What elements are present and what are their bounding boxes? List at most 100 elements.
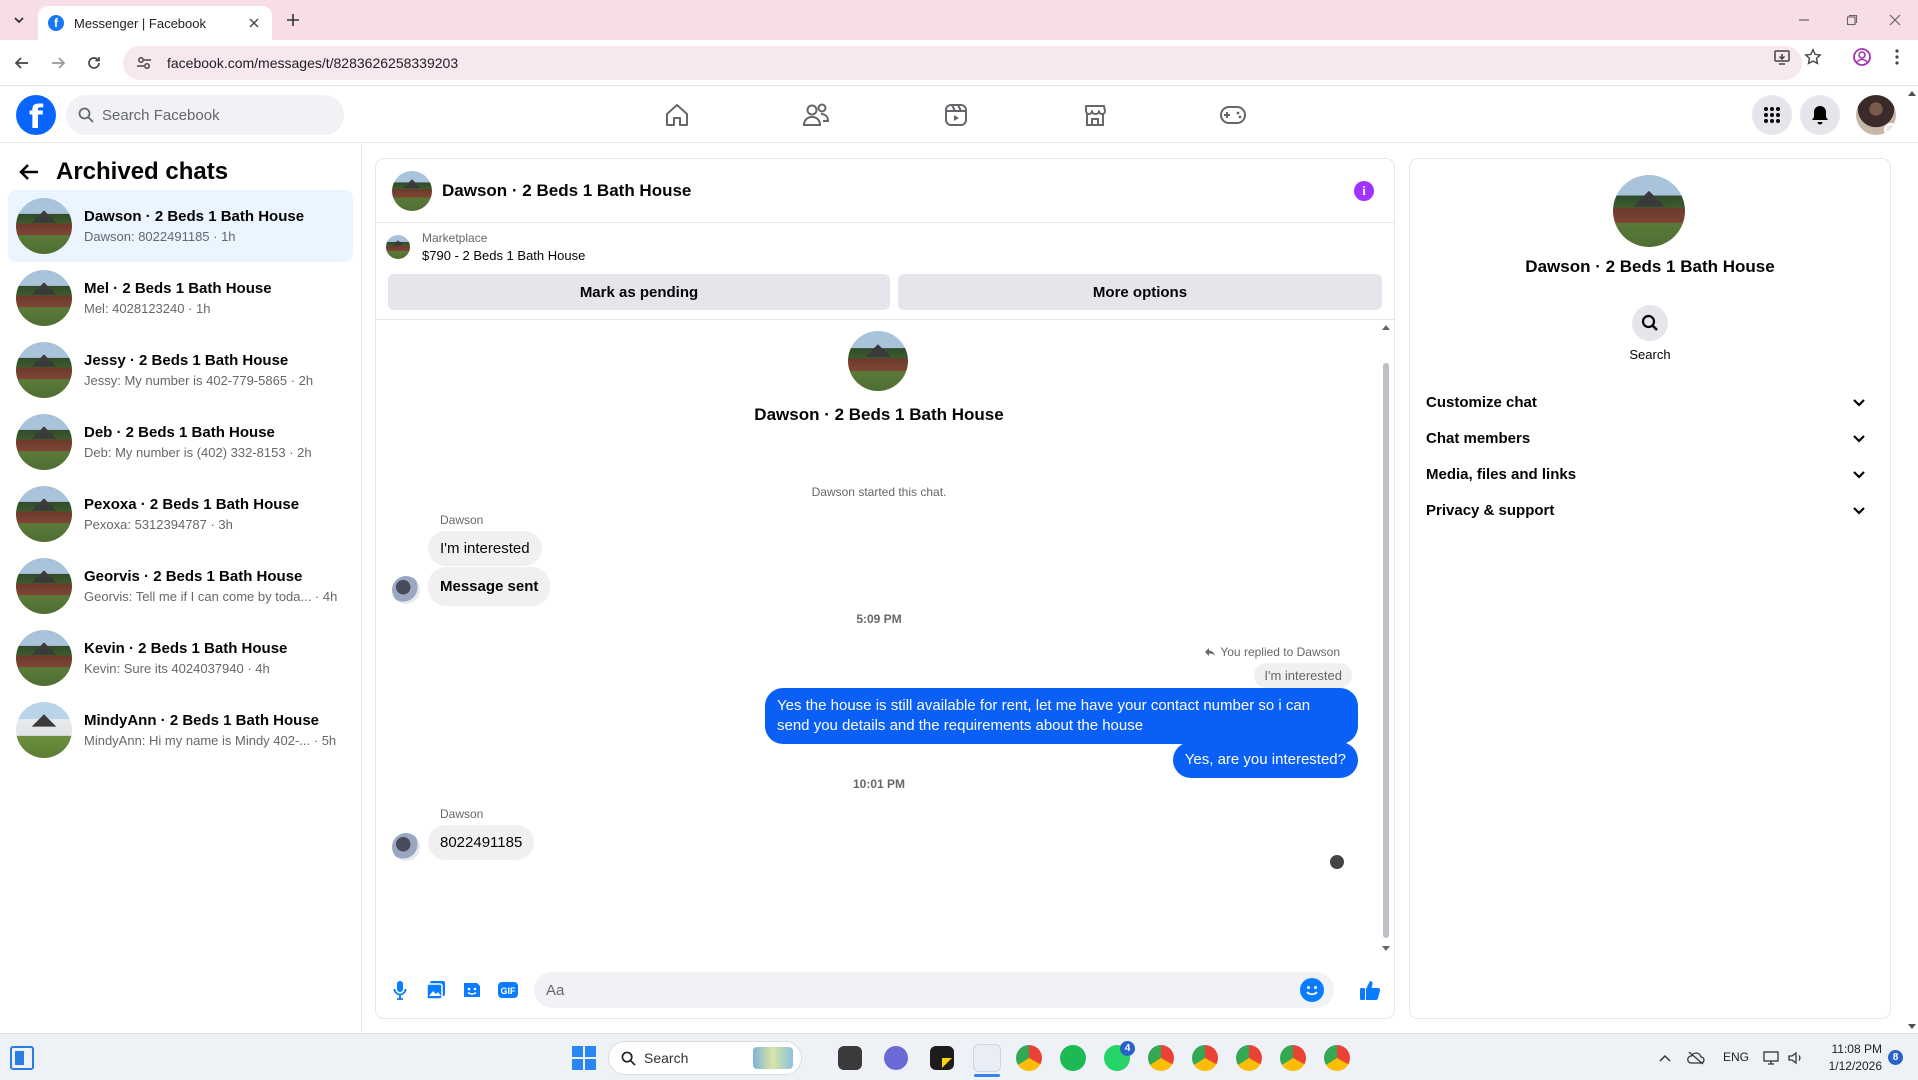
clock[interactable]: 11:08 PM 1/12/2026 <box>1818 1041 1882 1075</box>
chrome-profile-icon[interactable] <box>1192 1045 1218 1071</box>
snipping-tool-icon[interactable] <box>973 1044 1001 1077</box>
conversation-item[interactable]: Dawson · 2 Beds 1 Bath House Dawson: 8022… <box>8 190 353 262</box>
install-app-icon[interactable] <box>1772 47 1792 67</box>
sticky-notes-icon[interactable] <box>930 1046 954 1070</box>
conversation-name: Mel · 2 Beds 1 Bath House <box>84 280 272 297</box>
conversation-item[interactable]: Pexoxa · 2 Beds 1 Bath House Pexoxa: 5312… <box>8 478 353 550</box>
close-window-icon[interactable] <box>1885 10 1905 30</box>
details-avatar[interactable] <box>1613 175 1685 247</box>
media-files-links-section[interactable]: Media, files and links <box>1426 456 1874 492</box>
windows-taskbar: Search 4 ENG 11:08 PM 1/12/2026 8 <box>0 1033 1918 1080</box>
notification-count-badge[interactable]: 8 <box>1888 1050 1903 1065</box>
outgoing-message[interactable]: Yes the house is still available for ren… <box>765 688 1358 744</box>
marketplace-label: Marketplace <box>422 231 488 245</box>
conversation-avatar <box>16 270 72 326</box>
conversation-item[interactable]: Georvis · 2 Beds 1 Bath House Georvis: Te… <box>8 550 353 622</box>
account-chevron-icon[interactable] <box>1884 123 1896 135</box>
scrollbar-thumb[interactable] <box>1383 363 1389 938</box>
nav-friends-icon[interactable] <box>761 95 871 135</box>
chrome-icon[interactable] <box>1016 1045 1042 1071</box>
conversation-info-icon[interactable]: i <box>1354 181 1374 201</box>
sticker-icon[interactable] <box>460 978 484 1002</box>
start-button-icon[interactable] <box>572 1046 596 1070</box>
microphone-icon[interactable] <box>388 978 412 1002</box>
search-in-conversation-button[interactable] <box>1632 305 1668 341</box>
account-avatar[interactable] <box>1856 95 1896 135</box>
volume-icon[interactable] <box>1786 1048 1806 1068</box>
browser-tab[interactable]: f Messenger | Facebook <box>38 6 272 40</box>
forward-icon[interactable] <box>46 51 70 75</box>
privacy-support-section[interactable]: Privacy & support <box>1426 492 1874 528</box>
incoming-message[interactable]: 8022491185 <box>428 825 535 860</box>
profile-icon[interactable] <box>1852 47 1872 67</box>
chat-scrollbar[interactable] <box>1380 323 1392 953</box>
teams-icon[interactable] <box>884 1046 908 1070</box>
notifications-bell-icon[interactable] <box>1800 95 1840 135</box>
conversation-item[interactable]: MindyAnn · 2 Beds 1 Bath House MindyAnn: … <box>8 694 353 766</box>
chrome-profile-icon[interactable] <box>1148 1045 1174 1071</box>
conversation-item[interactable]: Mel · 2 Beds 1 Bath House Mel: 4028123240… <box>8 262 353 334</box>
menu-grid-icon[interactable] <box>1752 95 1792 135</box>
gif-icon[interactable]: GIF <box>496 978 520 1002</box>
incoming-message[interactable]: Message sent <box>428 567 551 606</box>
display-icon[interactable] <box>1762 1048 1782 1068</box>
bookmark-star-icon[interactable] <box>1803 47 1823 67</box>
nav-gaming-icon[interactable] <box>1178 95 1288 135</box>
chat-header[interactable]: Dawson · 2 Beds 1 Bath House <box>376 159 1394 223</box>
conversation-item[interactable]: Jessy · 2 Beds 1 Bath House Jessy: My num… <box>8 334 353 406</box>
close-tab-icon[interactable] <box>246 15 262 31</box>
outgoing-message[interactable]: Yes, are you interested? <box>1172 742 1358 778</box>
chat-title[interactable]: Dawson · 2 Beds 1 Bath House <box>442 181 691 201</box>
conversation-item[interactable]: Deb · 2 Beds 1 Bath House Deb: My number … <box>8 406 353 478</box>
marketplace-listing[interactable]: Marketplace $790 - 2 Beds 1 Bath House <box>386 231 585 263</box>
more-options-button[interactable]: More options <box>898 274 1382 310</box>
tab-search-icon[interactable] <box>8 9 30 31</box>
tray-overflow-chevron-icon[interactable] <box>1655 1048 1675 1068</box>
back-icon[interactable] <box>10 51 34 75</box>
site-info-icon[interactable] <box>135 54 153 72</box>
chat-header-avatar[interactable] <box>392 170 432 211</box>
conversation-item[interactable]: Kevin · 2 Beds 1 Bath House Kevin: Sure i… <box>8 622 353 694</box>
chrome-profile-icon[interactable] <box>1324 1045 1350 1071</box>
message-input-placeholder: Aa <box>546 981 565 999</box>
taskbar-search-input[interactable]: Search <box>608 1041 802 1075</box>
incoming-message[interactable]: I'm interested <box>428 531 542 566</box>
restore-icon[interactable] <box>1842 10 1862 30</box>
emoji-icon[interactable] <box>1300 978 1324 1002</box>
like-thumb-icon[interactable] <box>1358 978 1382 1002</box>
widgets-icon[interactable] <box>10 1046 34 1070</box>
conversation-details-panel: Dawson · 2 Beds 1 Bath House Search Cust… <box>1410 159 1890 1018</box>
browser-menu-icon[interactable] <box>1887 47 1907 67</box>
new-tab-icon[interactable] <box>282 9 304 31</box>
photo-attach-icon[interactable] <box>424 978 448 1002</box>
language-indicator[interactable]: ENG <box>1723 1050 1749 1064</box>
chat-members-section[interactable]: Chat members <box>1426 420 1874 456</box>
mark-as-pending-button[interactable]: Mark as pending <box>388 274 890 310</box>
nav-video-icon[interactable] <box>901 95 1011 135</box>
chrome-profile-icon[interactable] <box>1236 1045 1262 1071</box>
facebook-logo[interactable]: f <box>16 95 56 135</box>
chrome-profile-icon[interactable] <box>1280 1045 1306 1071</box>
facebook-search-input[interactable]: Search Facebook <box>66 95 344 135</box>
clock-date: 1/12/2026 <box>1828 1059 1882 1073</box>
reload-icon[interactable] <box>82 51 106 75</box>
nav-marketplace-icon[interactable] <box>1040 95 1150 135</box>
nav-home-icon[interactable] <box>622 95 732 135</box>
minimize-icon[interactable] <box>1794 10 1814 30</box>
url-text: facebook.com/messages/t/8283626258339203 <box>167 55 459 71</box>
address-bar[interactable]: facebook.com/messages/t/8283626258339203 <box>123 46 1802 80</box>
chevron-down-icon <box>1853 434 1865 443</box>
page-scroll-down-icon <box>1908 1024 1916 1029</box>
spotify-icon[interactable] <box>1060 1045 1086 1071</box>
customize-chat-section[interactable]: Customize chat <box>1426 384 1874 420</box>
quoted-message[interactable]: I'm interested <box>1254 663 1352 688</box>
back-arrow-icon[interactable] <box>18 162 40 182</box>
sender-name: Dawson <box>440 807 484 821</box>
conversation-preview: MindyAnn: Hi my name is Mindy 402-... · … <box>84 733 337 748</box>
cloud-offline-icon[interactable] <box>1686 1048 1706 1068</box>
sender-avatar[interactable] <box>392 576 420 604</box>
task-view-icon[interactable] <box>838 1046 862 1070</box>
message-input[interactable]: Aa <box>534 972 1334 1008</box>
sender-avatar[interactable] <box>392 833 420 861</box>
page-scrollbar[interactable] <box>1906 87 1918 1033</box>
